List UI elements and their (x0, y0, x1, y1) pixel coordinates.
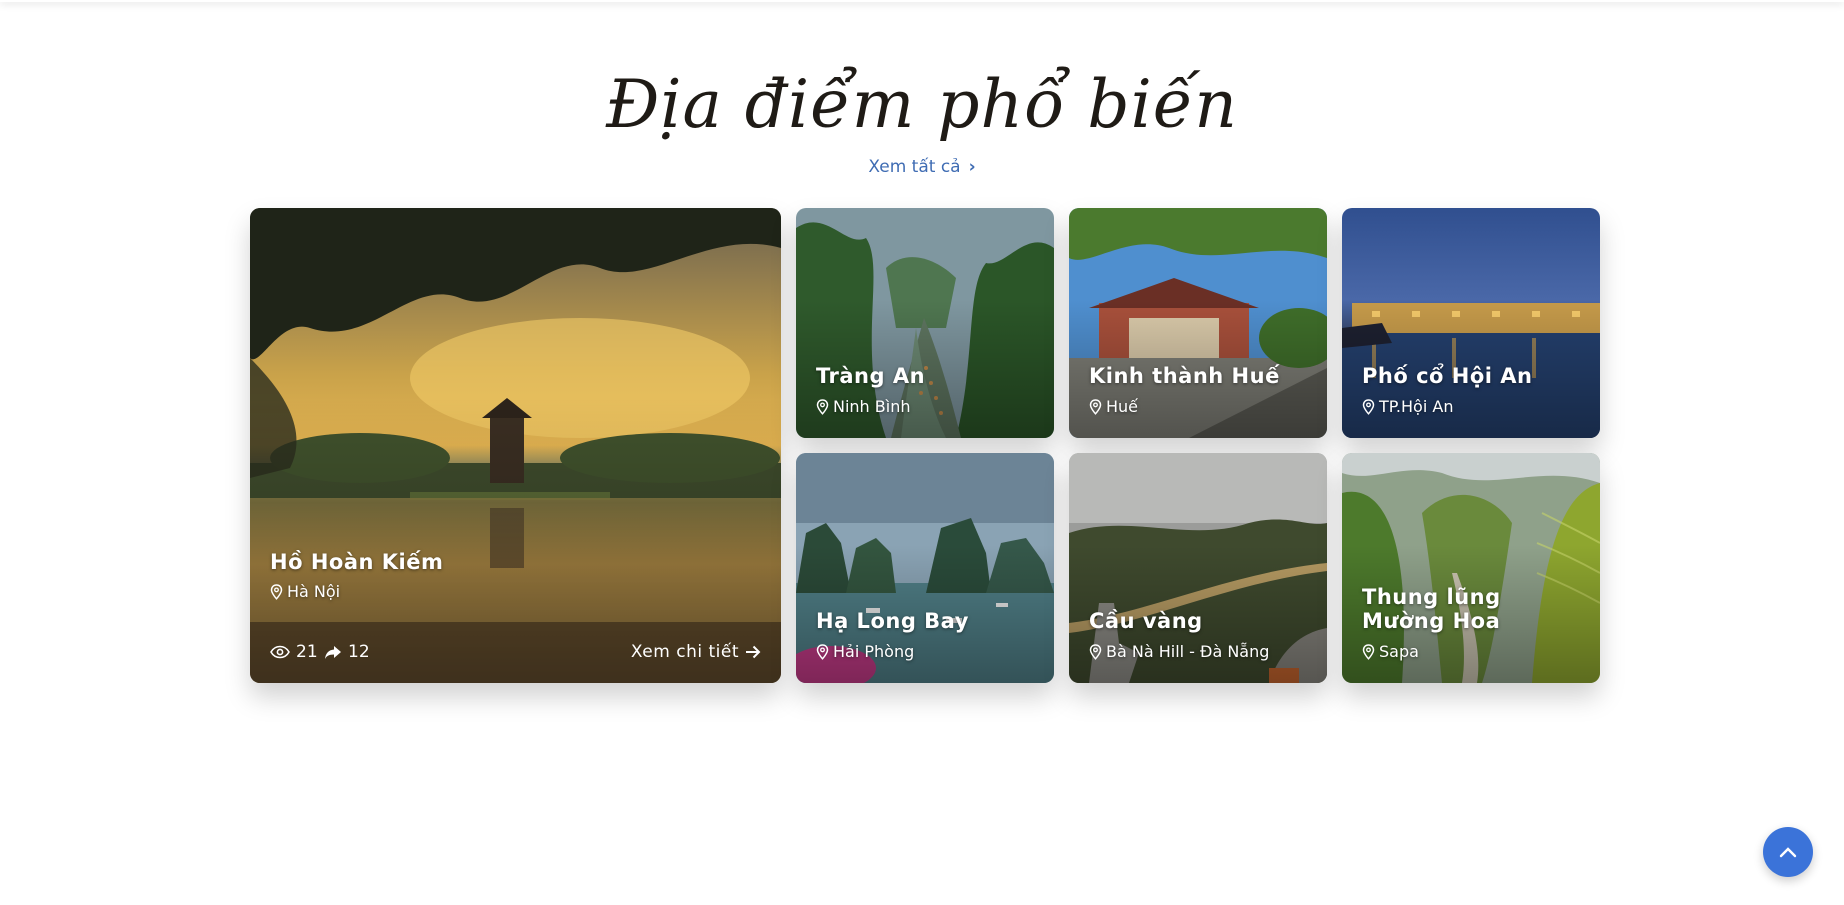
place-location-text: Huế (1106, 397, 1139, 416)
place-location-text: Sapa (1379, 642, 1419, 661)
place-title: Kinh thành Huế (1089, 364, 1280, 388)
map-pin-icon (816, 398, 829, 415)
place-card[interactable]: Kinh thành Huế Huế (1069, 208, 1327, 438)
share-icon (325, 645, 341, 659)
view-all-label: Xem tất cả (868, 157, 961, 177)
views-count: 21 (296, 642, 318, 662)
card-overlay (250, 208, 781, 683)
place-card[interactable]: Hạ Long Bay Hải Phòng (796, 453, 1054, 683)
map-pin-icon (1362, 643, 1375, 660)
map-pin-icon (1089, 398, 1102, 415)
card-footer: 21 12 Xem chi tiết (250, 622, 781, 683)
header-shadow (0, 0, 1844, 2)
place-location: Hải Phòng (816, 642, 914, 661)
section-title: Địa điểm phổ biến (606, 66, 1238, 143)
eye-icon (270, 645, 290, 659)
chevron-up-icon (1779, 847, 1797, 858)
chevron-right-icon: › (968, 157, 976, 177)
place-location: Sapa (1362, 642, 1419, 661)
place-location-text: Bà Nà Hill - Đà Nẵng (1106, 642, 1270, 661)
map-pin-icon (1089, 643, 1102, 660)
place-location: Ninh Bình (816, 397, 910, 416)
place-location-text: Hà Nội (287, 582, 341, 601)
place-card[interactable]: Phố cổ Hội An TP.Hội An (1342, 208, 1600, 438)
place-location-text: Hải Phòng (833, 642, 915, 661)
place-location: Bà Nà Hill - Đà Nẵng (1089, 642, 1269, 661)
scroll-to-top-button[interactable] (1763, 827, 1813, 877)
views-stat: 21 (270, 642, 318, 662)
place-title: Thung lũng Mường Hoa (1362, 585, 1501, 633)
place-location: Huế (1089, 397, 1138, 416)
place-location: TP.Hội An (1362, 397, 1453, 416)
place-title: Hồ Hoàn Kiếm (270, 550, 444, 574)
place-location-text: TP.Hội An (1379, 397, 1454, 416)
place-location: Hà Nội (270, 582, 340, 601)
place-card[interactable]: Cầu vàng Bà Nà Hill - Đà Nẵng (1069, 453, 1327, 683)
view-all-link[interactable]: Xem tất cả › (868, 157, 975, 177)
map-pin-icon (270, 583, 283, 600)
places-grid: Hồ Hoàn Kiếm Hà Nội 21 12 Xem chi tiết T… (250, 208, 1600, 683)
view-detail-label: Xem chi tiết (630, 642, 739, 662)
map-pin-icon (1362, 398, 1375, 415)
place-card-featured[interactable]: Hồ Hoàn Kiếm Hà Nội 21 12 Xem chi tiết (250, 208, 781, 683)
place-title: Phố cổ Hội An (1362, 364, 1533, 388)
map-pin-icon (816, 643, 829, 660)
place-card[interactable]: Thung lũng Mường Hoa Sapa (1342, 453, 1600, 683)
shares-count: 12 (348, 642, 370, 662)
place-location-text: Ninh Bình (833, 397, 911, 416)
view-detail-link[interactable]: Xem chi tiết (631, 642, 761, 662)
view-all-wrapper: Xem tất cả › (0, 157, 1844, 177)
place-title: Tràng An (816, 364, 926, 388)
arrow-right-icon (746, 645, 761, 659)
place-card[interactable]: Tràng An Ninh Bình (796, 208, 1054, 438)
place-title: Hạ Long Bay (816, 609, 969, 633)
shares-stat: 12 (324, 642, 370, 662)
place-title: Cầu vàng (1089, 609, 1203, 633)
